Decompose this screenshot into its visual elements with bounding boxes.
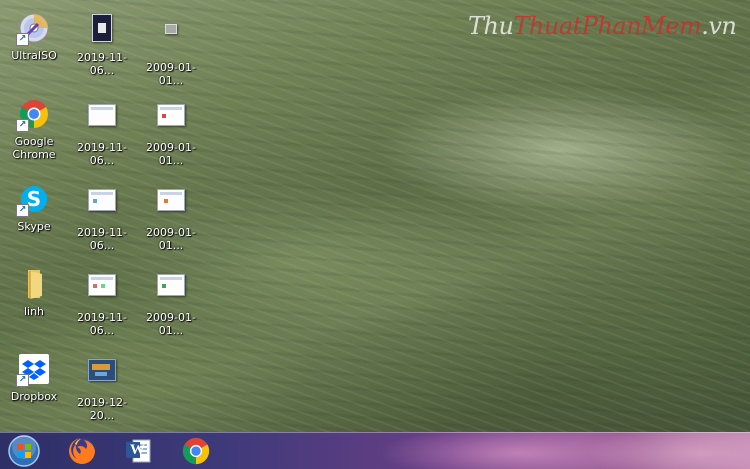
desktop-icon-dropbox[interactable]: ↗ Dropbox [0,353,68,403]
icon-label: UltraISO [11,49,57,62]
desktop-file-2009-01-01-a[interactable]: 2009-01-01... [137,12,205,87]
file-label: 2019-11-06... [77,226,127,252]
desktop-file-2019-11-06-a[interactable]: 2019-11-06... [68,12,136,77]
file-label: 2019-12-20... [77,396,127,422]
desktop-icon-ultraiso[interactable]: ↗ UltraISO [0,12,68,62]
file-label: 2009-01-01... [146,141,196,167]
image-thumbnail-icon [86,14,118,46]
file-label: 2019-11-06... [77,51,127,77]
desktop-file-2019-11-06-b[interactable]: 2019-11-06... [68,98,136,167]
image-thumbnail-icon [86,359,118,391]
shortcut-arrow-icon: ↗ [16,204,29,217]
skype-icon: S ↗ [16,183,50,217]
file-label: 2009-01-01... [146,61,196,87]
file-label: 2019-11-06... [77,141,127,167]
chrome-icon [182,437,210,465]
image-thumbnail-icon [86,274,118,306]
taskbar-word-button[interactable]: W [120,436,156,466]
ultraiso-icon: ↗ [16,12,50,46]
desktop-icon-skype[interactable]: S ↗ Skype [0,183,68,233]
desktop-file-2019-12-20[interactable]: 2019-12-20... [68,353,136,422]
folder-icon [18,268,50,300]
desktop-file-2009-01-01-b[interactable]: 2009-01-01... [137,98,205,167]
taskbar-chrome-button[interactable] [178,436,214,466]
chrome-icon: ↗ [16,98,50,132]
taskbar-firefox-button[interactable] [64,436,100,466]
desktop-file-2009-01-01-d[interactable]: 2009-01-01... [137,268,205,337]
icon-label: Skype [17,220,51,233]
icon-label: Dropbox [10,390,58,403]
site-watermark: ThuThuatPhanMem.vn [468,12,737,40]
file-label: 2009-01-01... [146,311,196,337]
desktop-file-2009-01-01-c[interactable]: 2009-01-01... [137,183,205,252]
image-thumbnail-icon [86,189,118,221]
firefox-icon [69,438,95,464]
word-letter: W [130,442,145,458]
desktop-file-2019-11-06-d[interactable]: 2019-11-06... [68,268,136,337]
desktop-file-2019-11-06-c[interactable]: 2019-11-06... [68,183,136,252]
icon-label: Google Chrome [12,135,56,161]
taskbar: W [0,432,750,469]
file-label: 2019-11-06... [77,311,127,337]
image-thumbnail-icon [155,189,187,221]
desktop-icon-google-chrome[interactable]: ↗ Google Chrome [0,98,68,161]
shortcut-arrow-icon: ↗ [16,119,29,132]
desktop-icon-linh-folder[interactable]: linh [0,268,68,318]
start-button[interactable] [6,435,42,467]
icon-label: linh [23,305,45,318]
image-thumbnail-icon [86,104,118,136]
image-thumbnail-icon [155,274,187,306]
file-label: 2009-01-01... [146,226,196,252]
dropbox-icon: ↗ [16,353,50,387]
start-orb-icon [8,435,40,467]
image-thumbnail-icon [155,24,187,56]
shortcut-arrow-icon: ↗ [16,374,29,387]
image-thumbnail-icon [155,104,187,136]
shortcut-arrow-icon: ↗ [16,33,29,46]
